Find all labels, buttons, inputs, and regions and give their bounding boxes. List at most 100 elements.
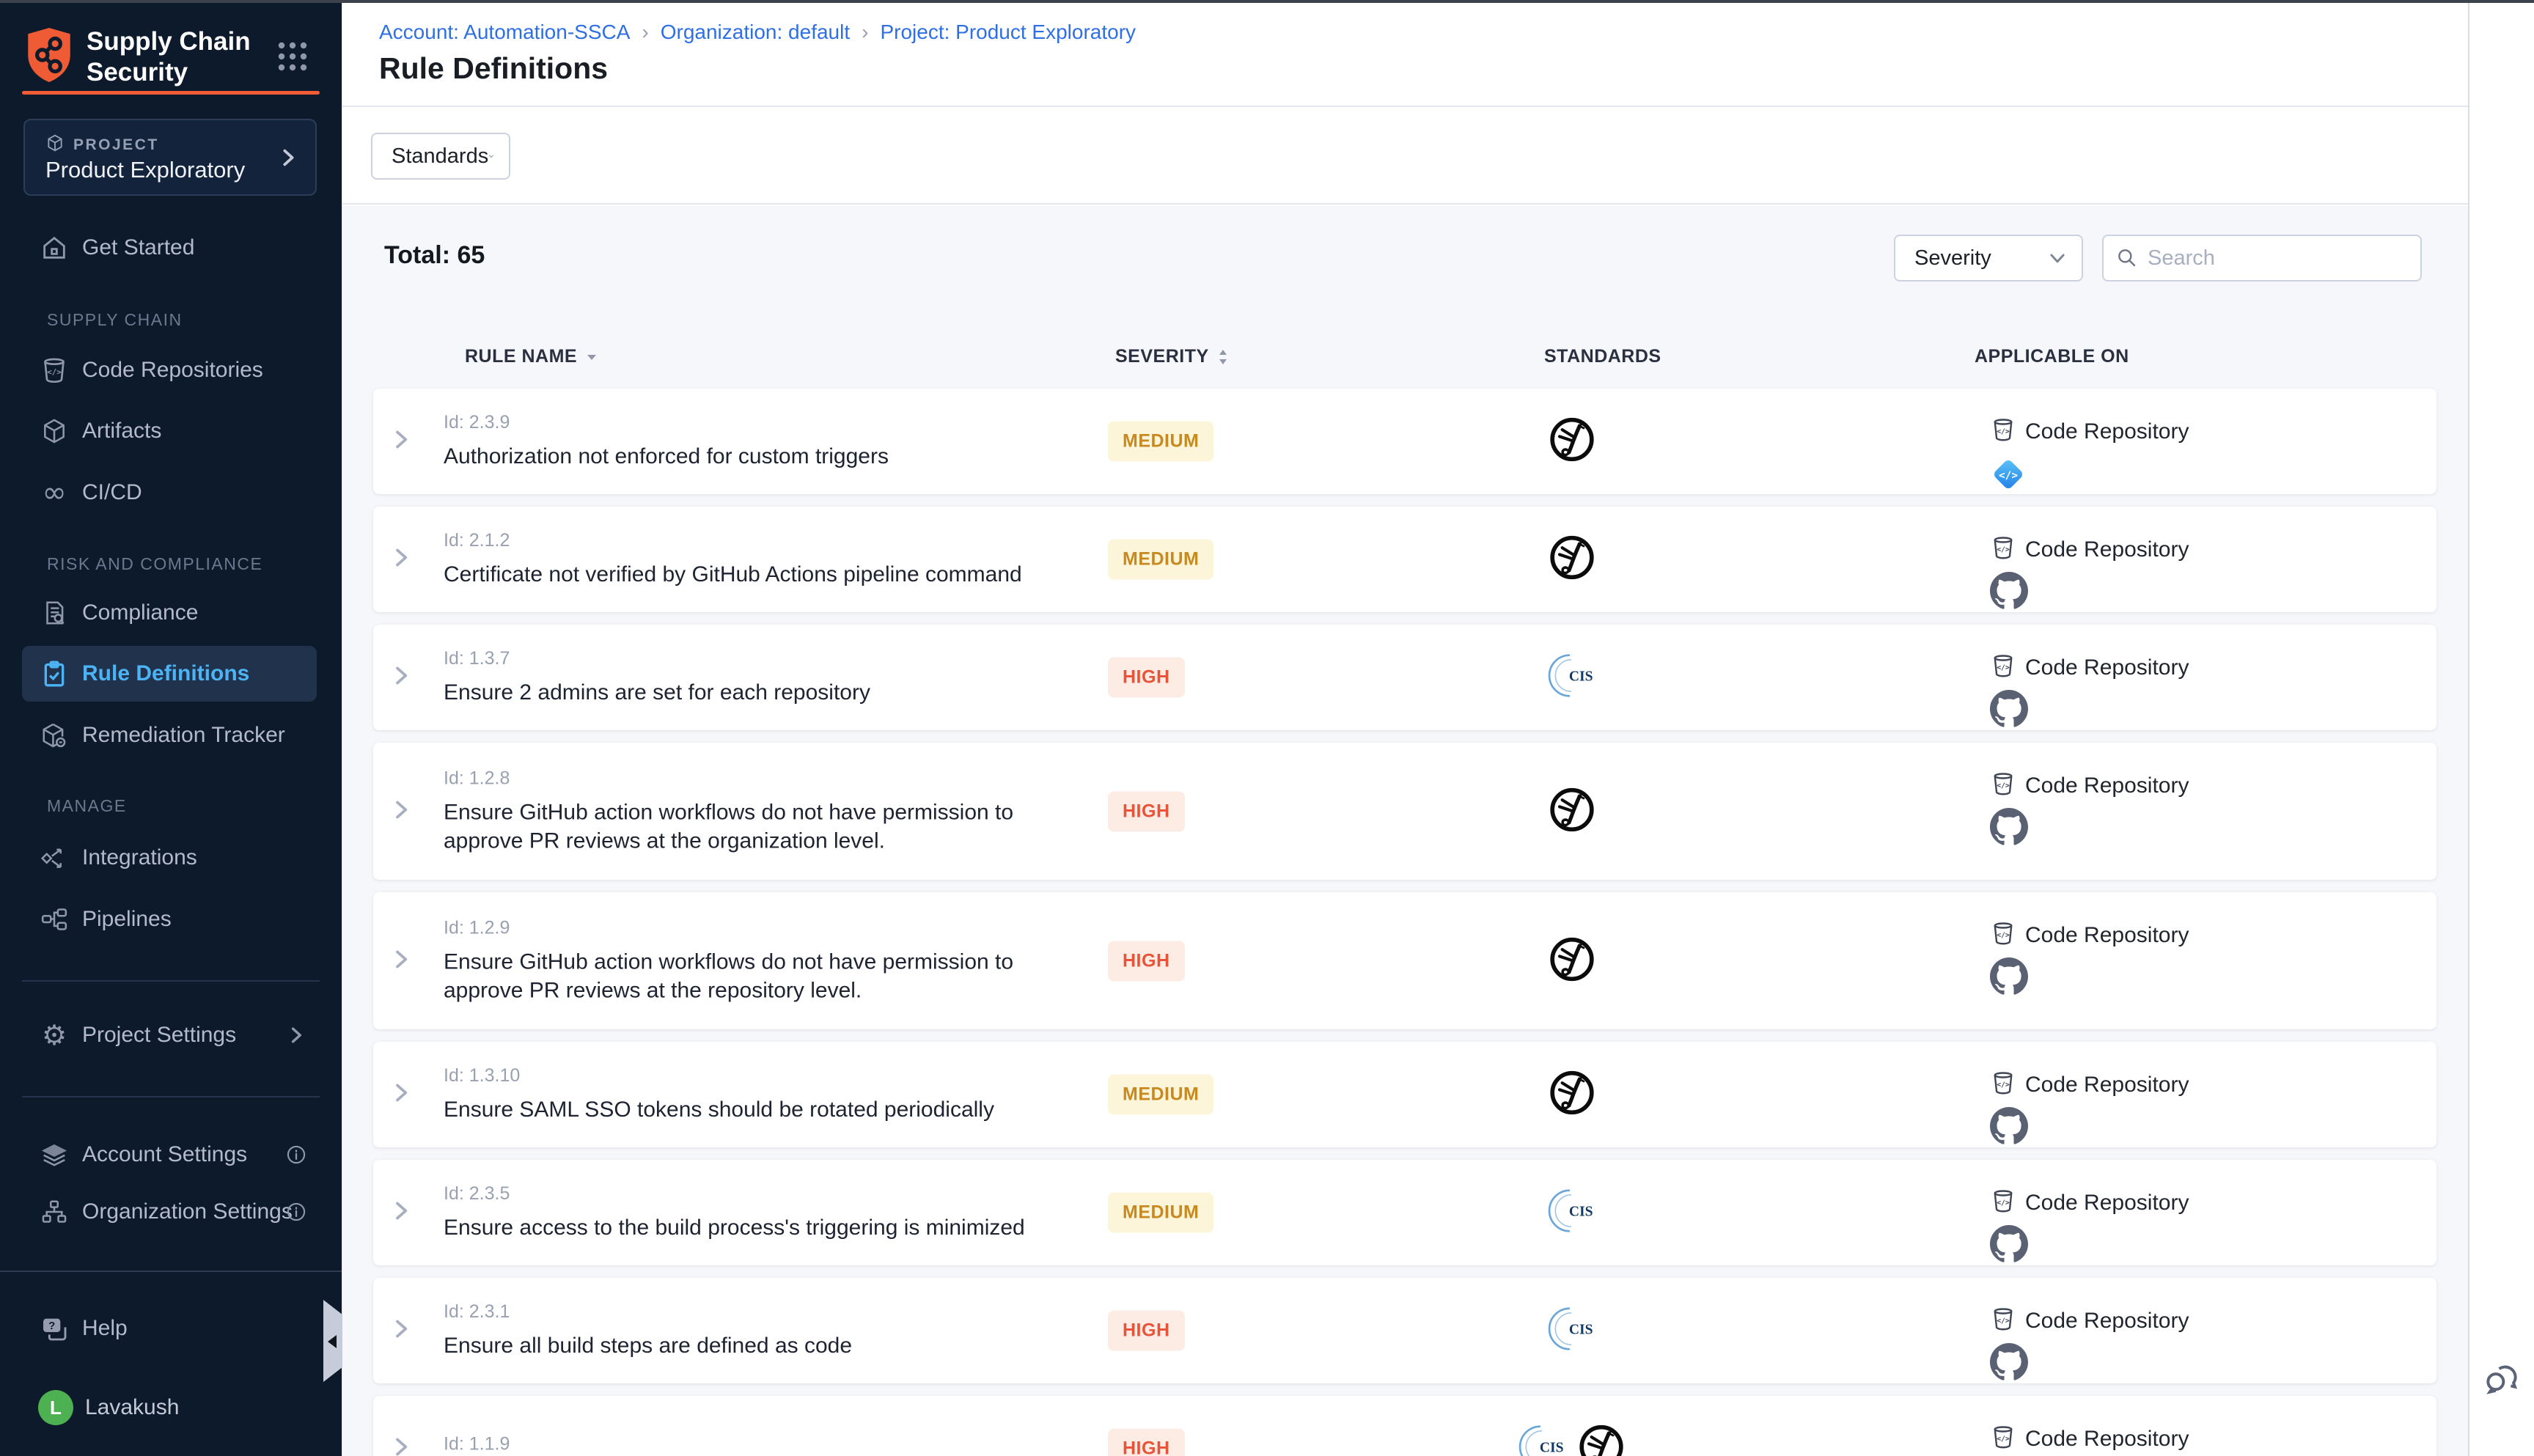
applicable-on-label: Code Repository: [2025, 923, 2189, 948]
sidebar-item-code-repositories[interactable]: Code Repositories: [22, 350, 317, 391]
column-header-rule-name[interactable]: RULE NAME: [465, 346, 598, 367]
row-expand-chevron-icon[interactable]: [390, 547, 412, 573]
total-count: Total: 65: [384, 241, 485, 270]
sidebar-item-project-settings[interactable]: ⚙ Project Settings: [22, 1015, 317, 1056]
breadcrumb: Account: Automation-SSCA › Organization:…: [379, 21, 1136, 44]
sidebar-item-organization-settings[interactable]: Organization Settings: [22, 1191, 317, 1232]
support-chat-icon[interactable]: [2481, 1358, 2522, 1402]
github-icon: [1990, 572, 2028, 614]
sidebar: Supply Chain Security PROJECT Product Ex…: [0, 0, 342, 1456]
breadcrumb-account-link[interactable]: Account: Automation-SSCA: [379, 21, 630, 44]
row-expand-chevron-icon[interactable]: [390, 665, 412, 691]
code-repository-icon: [1990, 771, 2016, 801]
sidebar-item-help[interactable]: ? Help: [22, 1308, 317, 1349]
code-repository-icon: [1990, 1424, 2016, 1454]
sidebar-item-get-started[interactable]: Get Started: [22, 227, 317, 268]
applicable-on-label: Code Repository: [2025, 1191, 2189, 1216]
breadcrumb-project-link[interactable]: Project: Product Exploratory: [880, 21, 1136, 44]
user-avatar: L: [38, 1390, 73, 1425]
sidebar-divider: [22, 980, 320, 982]
sidebar-item-integrations[interactable]: Integrations: [22, 837, 317, 878]
column-header-severity[interactable]: SEVERITY: [1115, 346, 1228, 367]
sidebar-item-compliance[interactable]: Compliance: [22, 592, 317, 633]
cis-standard-icon: [1518, 1423, 1567, 1456]
sidebar-item-account-settings[interactable]: Account Settings: [22, 1134, 317, 1175]
org-chart-gear-icon: [38, 1196, 70, 1228]
standards-filter-dropdown[interactable]: Standards: [371, 133, 510, 180]
user-name: Lavakush: [85, 1395, 179, 1420]
table-row[interactable]: Id: 1.2.8 Ensure GitHub action workflows…: [373, 743, 2436, 880]
sidebar-item-rule-definitions[interactable]: Rule Definitions: [22, 646, 317, 702]
row-expand-chevron-icon[interactable]: [390, 948, 412, 974]
code-repository-icon: [1990, 920, 2016, 950]
chevron-right-icon: [277, 147, 299, 172]
supply-chain-security-logo-icon: [25, 26, 73, 87]
layers-gear-icon: [38, 1139, 70, 1171]
row-expand-chevron-icon[interactable]: [390, 1436, 412, 1456]
rule-name: Ensure 2 admins are set for each reposit…: [444, 678, 1089, 707]
applicable-on-label: Code Repository: [2025, 1073, 2189, 1097]
sidebar-section-risk-and-compliance: RISK AND COMPLIANCE: [47, 554, 262, 574]
breadcrumb-organization-link[interactable]: Organization: default: [661, 21, 850, 44]
applicable-on-label: Code Repository: [2025, 1309, 2189, 1334]
github-icon: [1990, 1225, 2028, 1267]
sidebar-divider: [22, 1096, 320, 1097]
chevron-right-icon: [286, 1025, 306, 1045]
project-selector[interactable]: PROJECT Product Exploratory: [23, 119, 317, 196]
rule-id: Id: 2.1.2: [444, 530, 1089, 551]
row-expand-chevron-icon[interactable]: [390, 1318, 412, 1344]
severity-badge: MEDIUM: [1108, 422, 1213, 462]
severity-badge: HIGH: [1108, 941, 1185, 981]
sidebar-section-manage: MANAGE: [47, 796, 127, 816]
info-icon[interactable]: [286, 1144, 306, 1165]
help-chat-icon: ?: [38, 1312, 70, 1345]
info-icon[interactable]: [286, 1202, 306, 1222]
rule-id: Id: 2.3.5: [444, 1183, 1089, 1205]
sidebar-item-artifacts[interactable]: Artifacts: [22, 411, 317, 452]
module-grid-icon[interactable]: [276, 40, 309, 77]
svg-text:?: ?: [48, 1320, 55, 1332]
severity-filter-dropdown[interactable]: Severity: [1894, 235, 2083, 282]
column-header-standards: STANDARDS: [1544, 346, 1661, 367]
owasp-standard-icon: [1577, 1423, 1626, 1456]
gear-icon: ⚙: [38, 1019, 70, 1051]
rule-id: Id: 2.3.1: [444, 1301, 1089, 1323]
owasp-standard-icon: [1548, 1069, 1596, 1121]
brand-accent-rule: [22, 91, 320, 95]
sidebar-item-remediation-tracker[interactable]: Remediation Tracker: [22, 715, 317, 756]
search-input[interactable]: [2148, 246, 2390, 271]
search-box[interactable]: [2102, 235, 2422, 282]
table-row[interactable]: Id: 2.3.5 Ensure access to the build pro…: [373, 1160, 2436, 1265]
sidebar-user-menu[interactable]: L Lavakush: [22, 1387, 317, 1428]
document-search-icon: [38, 597, 70, 629]
table-row[interactable]: Id: 2.3.9 Authorization not enforced for…: [373, 389, 2436, 494]
rule-name: Ensure SAML SSO tokens should be rotated…: [444, 1095, 1089, 1124]
home-icon: [38, 232, 70, 264]
table-row[interactable]: Id: 1.3.10 Ensure SAML SSO tokens should…: [373, 1042, 2436, 1147]
sidebar-collapse-handle[interactable]: [323, 1300, 342, 1382]
code-repository-icon: [1990, 652, 2016, 683]
breadcrumb-separator-icon: ›: [862, 21, 868, 44]
table-row[interactable]: Id: 1.3.7 Ensure 2 admins are set for ea…: [373, 625, 2436, 730]
table-row[interactable]: Id: 2.3.1 Ensure all build steps are def…: [373, 1278, 2436, 1383]
cis-standard-icon: [1548, 652, 1596, 704]
code-repository-icon: [38, 354, 70, 386]
rule-name: Ensure GitHub action workflows do not ha…: [444, 798, 1089, 855]
row-expand-chevron-icon[interactable]: [390, 798, 412, 824]
row-expand-chevron-icon[interactable]: [390, 1200, 412, 1226]
row-expand-chevron-icon[interactable]: [390, 1082, 412, 1108]
search-icon: [2115, 246, 2139, 270]
table-row[interactable]: Id: 1.1.9 HIGH Code Repository: [373, 1396, 2436, 1456]
table-row[interactable]: Id: 1.2.9 Ensure GitHub action workflows…: [373, 892, 2436, 1029]
page-title: Rule Definitions: [379, 51, 608, 86]
artifact-cube-icon: [38, 415, 70, 447]
row-expand-chevron-icon[interactable]: [390, 429, 412, 455]
project-cube-icon: [45, 133, 65, 156]
sort-desc-icon: [586, 353, 598, 361]
table-row[interactable]: Id: 2.1.2 Certificate not verified by Gi…: [373, 507, 2436, 612]
sidebar-item-cicd[interactable]: ∞ CI/CD: [22, 472, 317, 513]
sidebar-item-pipelines[interactable]: Pipelines: [22, 899, 317, 940]
github-icon: [1990, 1343, 2028, 1385]
severity-badge: MEDIUM: [1108, 1193, 1213, 1233]
infinity-icon: ∞: [38, 477, 70, 509]
